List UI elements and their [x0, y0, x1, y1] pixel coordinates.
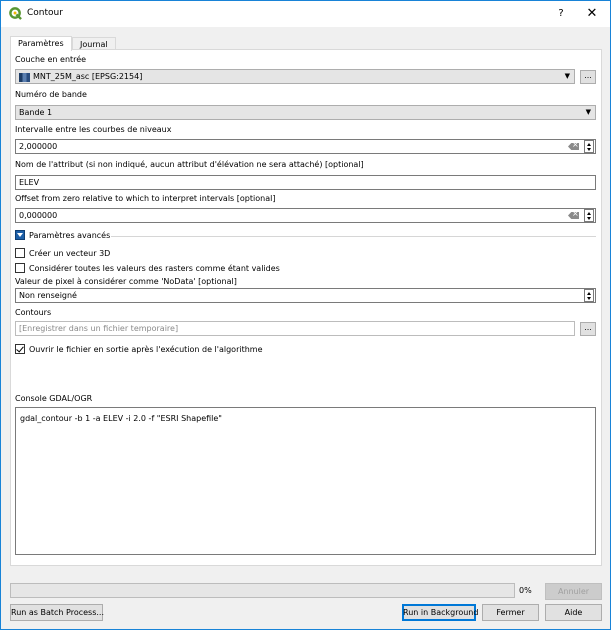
cancel-button[interactable]: Annuler: [545, 583, 602, 600]
offset-label: Offset from zero relative to which to in…: [15, 194, 276, 203]
offset-input[interactable]: 0,000000: [15, 208, 596, 223]
console-command: gdal_contour -b 1 -a ELEV -i 2.0 -f "ESR…: [20, 414, 222, 423]
input-layer-browse-button[interactable]: ...: [580, 70, 596, 84]
raster-layer-icon: [19, 73, 30, 82]
interval-spinner[interactable]: [584, 140, 594, 153]
chevron-down-icon: ▼: [585, 108, 591, 116]
nodata-value: Non renseigné: [19, 291, 77, 300]
nodata-spinner[interactable]: [584, 289, 594, 302]
input-layer-select[interactable]: MNT_25M_asc [EPSG:2154] ▼: [15, 69, 575, 84]
close-icon[interactable]: ✕: [581, 5, 603, 23]
run-background-button[interactable]: Run in Background: [402, 604, 478, 621]
nodata-input[interactable]: Non renseigné: [15, 288, 596, 303]
open-output-checkbox[interactable]: [15, 344, 25, 354]
clear-icon[interactable]: [568, 143, 579, 150]
offset-value: 0,000000: [19, 211, 58, 220]
nodata-label: Valeur de pixel à considérer comme 'NoDa…: [15, 277, 237, 286]
title-bar[interactable]: Contour ? ✕: [1, 1, 610, 27]
interval-value: 2,000000: [19, 142, 58, 151]
band-select[interactable]: Bande 1 ▼: [15, 105, 596, 120]
qgis-logo-icon: [9, 7, 22, 20]
interval-input[interactable]: 2,000000: [15, 139, 596, 154]
progress-bar: [10, 583, 515, 598]
help-button[interactable]: Aide: [545, 604, 602, 621]
output-file-input[interactable]: [Enregistrer dans un fichier temporaire]: [15, 321, 575, 336]
input-layer-value: MNT_25M_asc [EPSG:2154]: [33, 72, 143, 81]
output-label: Contours: [15, 308, 52, 317]
attribute-label: Nom de l'attribut (si non indiqué, aucun…: [15, 160, 364, 169]
ignore-nodata-label: Considérer toutes les valeurs des raster…: [29, 264, 280, 273]
gdal-console[interactable]: gdal_contour -b 1 -a ELEV -i 2.0 -f "ESR…: [15, 407, 596, 555]
clear-icon[interactable]: [568, 212, 579, 219]
create-3d-label: Créer un vecteur 3D: [29, 249, 111, 258]
band-label: Numéro de bande: [15, 90, 87, 99]
ignore-nodata-checkbox[interactable]: [15, 263, 25, 273]
console-label: Console GDAL/OGR: [15, 394, 93, 403]
batch-process-button[interactable]: Run as Batch Process...: [10, 604, 104, 621]
band-value: Bande 1: [19, 108, 53, 117]
close-button[interactable]: Fermer: [482, 604, 539, 621]
interval-label: Intervalle entre les courbes de niveaux: [15, 125, 172, 134]
dialog-window: Contour ? ✕ Paramètres Journal Couche en…: [0, 0, 611, 630]
offset-spinner[interactable]: [584, 209, 594, 222]
create-3d-checkbox[interactable]: [15, 248, 25, 258]
advanced-divider: [111, 236, 596, 237]
advanced-expand-icon[interactable]: [15, 230, 25, 240]
tab-parametres[interactable]: Paramètres: [10, 36, 72, 51]
chevron-down-icon: ▼: [564, 72, 570, 80]
output-browse-button[interactable]: ...: [580, 322, 596, 336]
attribute-input[interactable]: ELEV: [15, 175, 596, 190]
help-icon[interactable]: ?: [551, 6, 571, 22]
advanced-params-label[interactable]: Paramètres avancés: [29, 231, 110, 240]
progress-percent: 0%: [519, 586, 532, 595]
attribute-value: ELEV: [19, 178, 40, 187]
input-layer-label: Couche en entrée: [15, 55, 87, 64]
open-output-label: Ouvrir le fichier en sortie après l'exéc…: [29, 345, 263, 354]
window-title: Contour: [27, 8, 63, 18]
output-placeholder: [Enregistrer dans un fichier temporaire]: [19, 324, 179, 333]
